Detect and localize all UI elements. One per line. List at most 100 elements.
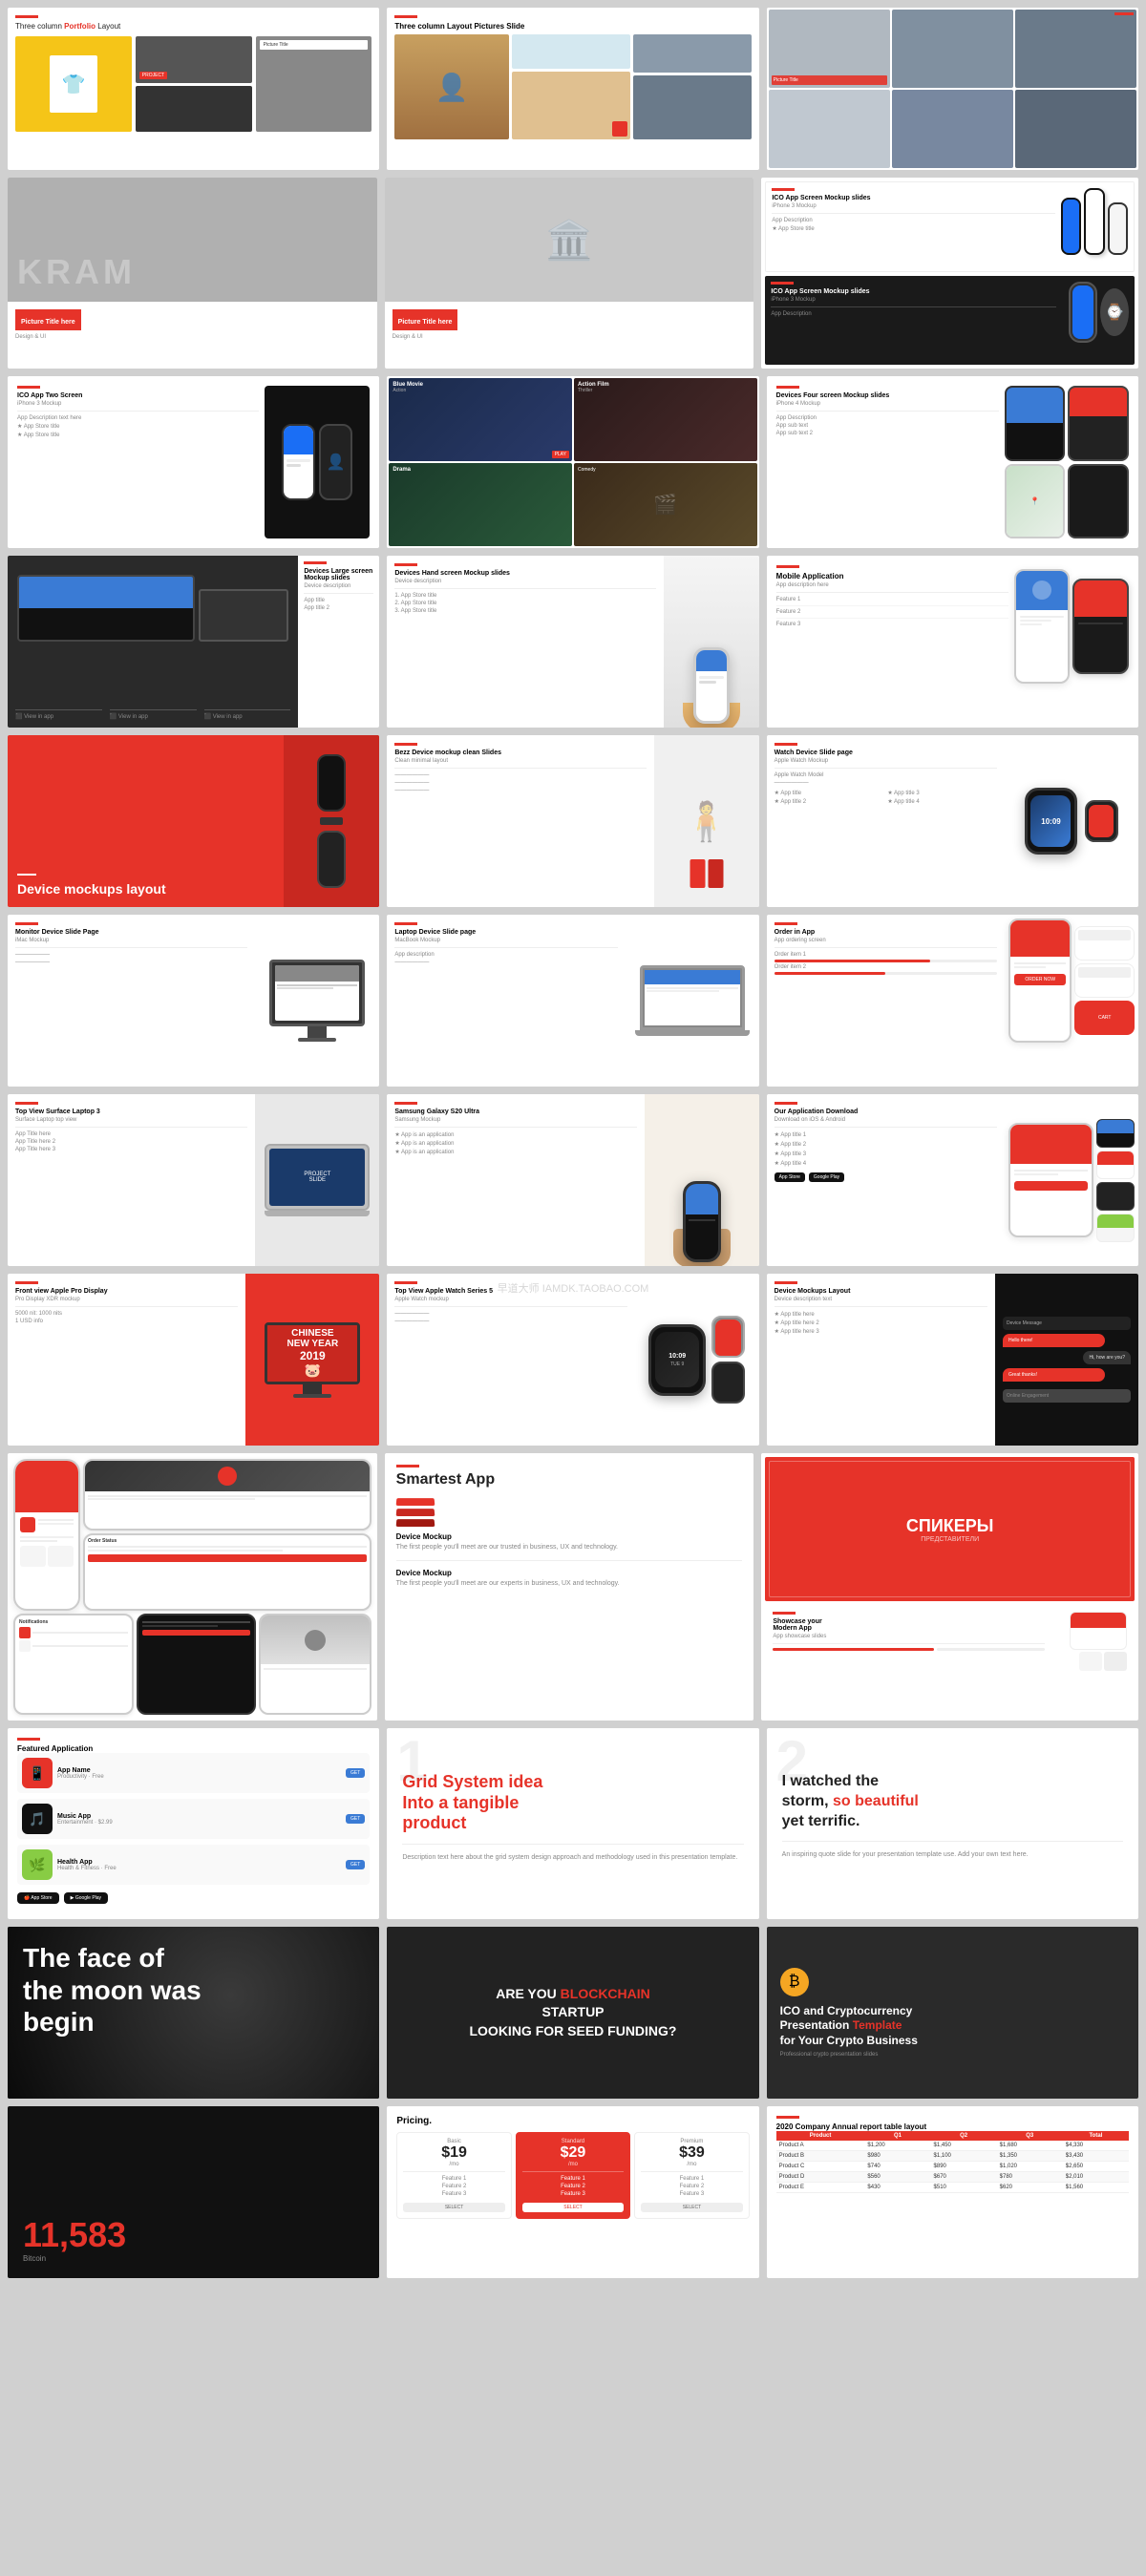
slide-r2s3: ICO App Screen Mockup slides iPhone 3 Mo… bbox=[761, 178, 1138, 369]
row-9: Order Status Notifications bbox=[8, 1453, 1138, 1721]
picture-sub-2: Design & UI bbox=[393, 334, 747, 340]
slide-r12s1: 11,583 Bitcoin bbox=[8, 2106, 379, 2278]
row-2: KRAM Picture Title here Design & UI 🏛️ P… bbox=[8, 178, 1138, 369]
slide-r11s1: The face ofthe moon wasbegin bbox=[8, 1927, 379, 2099]
slide-r2s1: KRAM Picture Title here Design & UI bbox=[8, 178, 377, 369]
bitcoin-label: Bitcoin bbox=[23, 2254, 364, 2263]
row-7: Top View Surface Laptop 3 Surface Laptop… bbox=[8, 1094, 1138, 1266]
blockchain-highlight: BLOCKCHAIN bbox=[561, 1986, 650, 2001]
slide-r5s3: Watch Device Slide page Apple Watch Mock… bbox=[767, 735, 1138, 907]
slide-r6s3: Order in App App ordering screen Order i… bbox=[767, 915, 1138, 1087]
slide-r5s2: Bezz Device mockup clean Slides Clean mi… bbox=[387, 735, 758, 907]
row-6: Monitor Device Slide Page iMac Mockup ——… bbox=[8, 915, 1138, 1087]
watch-title: Watch Device Slide page bbox=[775, 750, 997, 756]
slide-r10s1: Featured Application 📱 App Name Producti… bbox=[8, 1728, 379, 1919]
row-1: Three column Portfolio Layout 👕 PROJECT bbox=[8, 8, 1138, 170]
picture-title-2: Picture Title here bbox=[398, 319, 453, 326]
slide-r2s2: 🏛️ Picture Title here Design & UI bbox=[385, 178, 754, 369]
row-12: 11,583 Bitcoin Pricing. Basic $19 /mo Fe… bbox=[8, 2106, 1138, 2278]
slide-r9s3: СПИКЕРЫ ПРЕДСТАВИТЕЛИ Showcase yourModer… bbox=[761, 1453, 1138, 1721]
monitor-title: Monitor Device Slide Page bbox=[15, 929, 247, 936]
annual-report-title: 2020 Company Annual report table layout bbox=[776, 2122, 1129, 2131]
row-11: The face ofthe moon wasbegin ARE YOU BLO… bbox=[8, 1927, 1138, 2099]
slide-r1s1: Three column Portfolio Layout 👕 PROJECT bbox=[8, 8, 379, 170]
device-mockup-body1: The first people you'll meet are our tru… bbox=[396, 1543, 743, 1552]
slide-r12s2: Pricing. Basic $19 /mo Feature 1 Feature… bbox=[387, 2106, 758, 2278]
table-col-5: Total bbox=[1063, 2131, 1129, 2141]
slide-r8s1: Front view Apple Pro Display Pro Display… bbox=[8, 1274, 379, 1446]
table-row: Product A $1,200 $1,450 $1,680 $4,330 bbox=[776, 2141, 1129, 2151]
laptop-title: Laptop Device Slide page bbox=[394, 929, 617, 936]
device-mockups-title: Device mockups layout bbox=[17, 881, 274, 897]
hand-screen-title: Devices Hand screen Mockup slides bbox=[394, 570, 655, 577]
watch-series-title: Top View Apple Watch Series 5 bbox=[394, 1288, 626, 1295]
slide-r7s1: Top View Surface Laptop 3 Surface Laptop… bbox=[8, 1094, 379, 1266]
slide-r7s2: Samsung Galaxy S20 Ultra Samsung Mockup … bbox=[387, 1094, 758, 1266]
gallery: Three column Portfolio Layout 👕 PROJECT bbox=[0, 0, 1146, 2286]
slide-r4s2: Devices Hand screen Mockup slides Device… bbox=[387, 556, 758, 728]
grid-title: Grid System ideaInto a tangibleproduct bbox=[402, 1772, 743, 1834]
row-8: Front view Apple Pro Display Pro Display… bbox=[8, 1274, 1138, 1446]
slide-r6s2: Laptop Device Slide page MacBook Mockup … bbox=[387, 915, 758, 1087]
ico-two-screen-title: ICO App Two Screen bbox=[17, 392, 259, 399]
moon-face-title: The face ofthe moon wasbegin bbox=[23, 1942, 364, 2038]
slide-r1s2: Three column Layout Pictures Slide 👤 bbox=[387, 8, 758, 170]
large-screen-title: Devices Large screen Mockup slides bbox=[304, 568, 373, 581]
picture-title-1: Picture Title here bbox=[21, 319, 75, 326]
pricing-title: Pricing. bbox=[396, 2116, 749, 2126]
slide-r8s3: Device Mockups Layout Device description… bbox=[767, 1274, 1138, 1446]
slide-r11s2: ARE YOU BLOCKCHAIN STARTUP LOOKING FOR S… bbox=[387, 1927, 758, 2099]
slide-title: Three column Portfolio Layout bbox=[15, 22, 371, 31]
mobile-app-title: Mobile Application bbox=[776, 572, 1008, 581]
table-row: Product E $430 $510 $620 $1,560 bbox=[776, 2183, 1129, 2193]
slide-r4s3: Mobile Application App description here … bbox=[767, 556, 1138, 728]
row-3: ICO App Two Screen iPhone 3 Mockup App D… bbox=[8, 376, 1138, 548]
slide-r3s3: Devices Four screen Mockup slides iPhone… bbox=[767, 376, 1138, 548]
red-bar bbox=[15, 15, 38, 18]
slide-title-2: Three column Layout Pictures Slide bbox=[394, 22, 751, 31]
slide-r12s3: 2020 Company Annual report table layout … bbox=[767, 2106, 1138, 2278]
device-mockup-label1: Device Mockup bbox=[396, 1532, 743, 1541]
smartest-app-title: Smartest App bbox=[396, 1471, 743, 1489]
slide-r1s3: Picture Title bbox=[767, 8, 1138, 170]
samsung-title: Samsung Galaxy S20 Ultra bbox=[394, 1109, 636, 1115]
slide-r9s2: Smartest App Device Mockup The first peo… bbox=[385, 1453, 754, 1721]
table-col-3: Q2 bbox=[931, 2131, 997, 2141]
table-col-2: Q1 bbox=[864, 2131, 930, 2141]
speakers-title: СПИКЕРЫ bbox=[906, 1516, 994, 1536]
slide-r7s3: Our Application Download Download on iOS… bbox=[767, 1094, 1138, 1266]
device-mockups-2-title: Device Mockups Layout bbox=[775, 1288, 987, 1295]
slide-r4s1: ⬛ View in app ⬛ View in app ⬛ View in ap… bbox=[8, 556, 379, 728]
table-row: Product D $560 $670 $780 $2,010 bbox=[776, 2172, 1129, 2183]
bitcoin-number: 11,583 bbox=[23, 2218, 364, 2252]
annual-report-table: Product Q1 Q2 Q3 Total Product A $1,200 … bbox=[776, 2131, 1129, 2193]
storm-num-indicator: 2 bbox=[776, 1733, 808, 1790]
slide-r6s1: Monitor Device Slide Page iMac Mockup ——… bbox=[8, 915, 379, 1087]
slide-r3s2: Blue Movie Action PLAY Action Film Thril… bbox=[387, 376, 758, 548]
table-row: Product B $980 $1,100 $1,350 $3,430 bbox=[776, 2151, 1129, 2162]
row-5: Device mockups layout Bezz Device mockup… bbox=[8, 735, 1138, 907]
picture-sub-1: Design & UI bbox=[15, 334, 370, 340]
table-col-4: Q3 bbox=[997, 2131, 1063, 2141]
bezz-title: Bezz Device mockup clean Slides bbox=[394, 750, 646, 756]
row-10: Featured Application 📱 App Name Producti… bbox=[8, 1728, 1138, 1919]
order-app-title: Order in App bbox=[775, 929, 997, 936]
table-row: Product C $740 $890 $1,020 $2,650 bbox=[776, 2162, 1129, 2172]
slide-r5s1: Device mockups layout bbox=[8, 735, 379, 907]
slide-r8s2: Top View Apple Watch Series 5 Apple Watc… bbox=[387, 1274, 758, 1446]
grid-num-indicator: 1 bbox=[396, 1733, 428, 1790]
surface-title: Top View Surface Laptop 3 bbox=[15, 1109, 247, 1115]
four-screen-title: Devices Four screen Mockup slides bbox=[776, 392, 999, 399]
slide-r11s3: ₿ ICO and CryptocurrencyPresentation Tem… bbox=[767, 1927, 1138, 2099]
slide-r3s1: ICO App Two Screen iPhone 3 Mockup App D… bbox=[8, 376, 379, 548]
table-col-1: Product bbox=[776, 2131, 865, 2141]
slide-r10s3: 2 I watched thestorm, so beautifulyet te… bbox=[767, 1728, 1138, 1919]
slide-r9s1: Order Status Notifications bbox=[8, 1453, 377, 1721]
red-bar-2 bbox=[394, 15, 417, 18]
ico-title-2: ICO App Screen Mockup slides bbox=[771, 288, 1056, 295]
ico-title-1: ICO App Screen Mockup slides bbox=[772, 195, 1055, 201]
slide-r10s2: 1 Grid System ideaInto a tangibleproduct… bbox=[387, 1728, 758, 1919]
app-download-title: Our Application Download bbox=[775, 1109, 997, 1115]
featured-app-title: Featured Application bbox=[17, 1744, 370, 1753]
row-4: ⬛ View in app ⬛ View in app ⬛ View in ap… bbox=[8, 556, 1138, 728]
